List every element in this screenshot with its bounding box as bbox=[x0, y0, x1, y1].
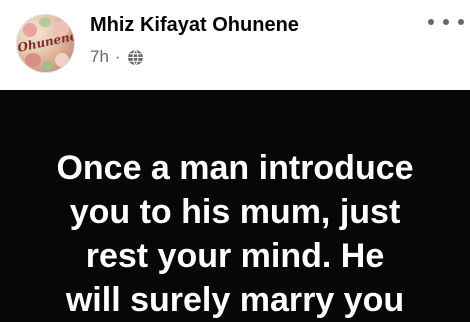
facebook-post: Ohunene Mhiz Kifayat Ohunene 7h · Once a… bbox=[0, 0, 470, 322]
globe-icon[interactable] bbox=[127, 49, 144, 66]
avatar-decoration bbox=[25, 53, 41, 67]
image-quote-text: Once a man introduce you to his mum, jus… bbox=[0, 146, 470, 322]
more-dot bbox=[458, 19, 464, 25]
quote-line: you to his mum, just bbox=[69, 193, 401, 231]
quote-line: rest your mind. He bbox=[85, 237, 385, 275]
avatar-decoration bbox=[39, 17, 51, 27]
avatar-decoration bbox=[55, 53, 69, 67]
quote-line: Once a man introduce bbox=[56, 149, 414, 187]
more-dot bbox=[428, 19, 434, 25]
post-timestamp[interactable]: 7h bbox=[90, 47, 109, 67]
author-avatar[interactable]: Ohunene bbox=[16, 14, 75, 73]
meta-separator: · bbox=[114, 47, 121, 66]
post-meta: 7h · bbox=[90, 46, 144, 68]
quote-line: will surely marry you bbox=[65, 281, 405, 319]
more-options-icon[interactable] bbox=[428, 12, 464, 32]
author-name[interactable]: Mhiz Kifayat Ohunene bbox=[90, 14, 299, 37]
post-header: Ohunene Mhiz Kifayat Ohunene 7h · bbox=[0, 0, 470, 90]
post-image[interactable]: Once a man introduce you to his mum, jus… bbox=[0, 90, 470, 322]
avatar-decoration bbox=[41, 61, 53, 71]
more-dot bbox=[443, 19, 449, 25]
avatar-decoration bbox=[23, 23, 37, 37]
